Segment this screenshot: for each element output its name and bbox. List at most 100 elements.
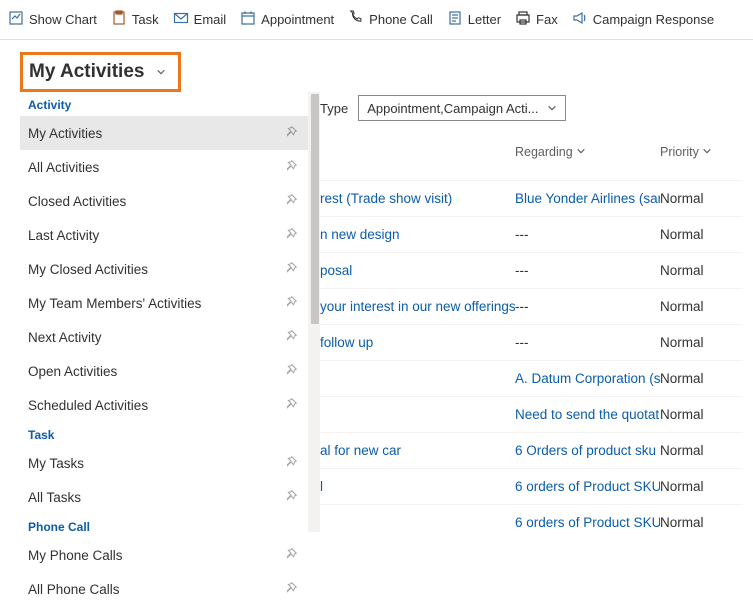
dropdown-scrollbar[interactable] — [308, 92, 320, 532]
view-option[interactable]: Open Activities — [20, 354, 308, 388]
view-selector[interactable]: My Activities — [20, 52, 181, 92]
fax-button[interactable]: Fax — [515, 10, 558, 29]
column-header-priority[interactable]: Priority — [660, 145, 712, 159]
view-option-label: Last Activity — [28, 228, 99, 243]
dropdown-scroll-thumb[interactable] — [311, 94, 319, 324]
view-option[interactable]: Scheduled Activities — [20, 388, 308, 422]
pin-icon[interactable] — [284, 397, 298, 414]
cell-regarding[interactable]: A. Datum Corporation (sa — [515, 371, 660, 386]
column-header-regarding[interactable]: Regarding — [515, 145, 586, 159]
view-option[interactable]: My Activities — [20, 116, 308, 150]
chevron-down-icon — [547, 101, 557, 116]
email-label: Email — [194, 12, 227, 27]
view-title: My Activities — [29, 61, 144, 83]
view-option[interactable]: My Phone Calls — [20, 538, 308, 572]
table-row[interactable]: follow up---Normal — [320, 324, 743, 360]
table-row[interactable]: n new design---Normal — [320, 216, 743, 252]
view-option[interactable]: My Closed Activities — [20, 252, 308, 286]
view-option-label: Next Activity — [28, 330, 102, 345]
pin-icon[interactable] — [284, 581, 298, 598]
pin-icon[interactable] — [284, 159, 298, 176]
pin-icon[interactable] — [284, 295, 298, 312]
cell-subject[interactable]: rest (Trade show visit) — [320, 191, 515, 206]
table-row[interactable]: your interest in our new offerings---Nor… — [320, 288, 743, 324]
table-row[interactable]: A. Datum Corporation (saNormal — [320, 360, 743, 396]
pin-icon[interactable] — [284, 329, 298, 346]
table-row[interactable]: Need to send the quotatiNormal — [320, 396, 743, 432]
view-option[interactable]: All Tasks — [20, 480, 308, 514]
view-option[interactable]: All Activities — [20, 150, 308, 184]
table-row[interactable]: 6 orders of Product SKU .Normal — [320, 504, 743, 540]
campaign-response-button[interactable]: Campaign Response — [572, 10, 714, 29]
toolbar: Show Chart Task Email Appointment Phone … — [0, 0, 753, 40]
view-option[interactable]: Closed Activities — [20, 184, 308, 218]
chart-icon — [8, 10, 24, 29]
cell-priority: Normal — [660, 191, 730, 206]
letter-label: Letter — [468, 12, 501, 27]
cell-regarding[interactable]: Need to send the quotati — [515, 407, 660, 422]
cell-regarding: --- — [515, 263, 660, 278]
cell-priority: Normal — [660, 371, 730, 386]
cell-regarding: --- — [515, 299, 660, 314]
view-option[interactable]: Last Activity — [20, 218, 308, 252]
pin-icon[interactable] — [284, 193, 298, 210]
letter-button[interactable]: Letter — [447, 10, 501, 29]
cell-priority: Normal — [660, 443, 730, 458]
cell-subject[interactable]: n new design — [320, 227, 515, 242]
task-icon — [111, 10, 127, 29]
cell-priority: Normal — [660, 335, 730, 350]
cell-priority: Normal — [660, 515, 730, 530]
email-button[interactable]: Email — [173, 10, 227, 29]
task-button[interactable]: Task — [111, 10, 159, 29]
phone-call-button[interactable]: Phone Call — [348, 10, 433, 29]
chevron-down-icon — [156, 65, 166, 80]
grid-header: Regarding Priority — [320, 140, 743, 164]
view-option-label: My Tasks — [28, 456, 84, 471]
view-option[interactable]: My Team Members' Activities — [20, 286, 308, 320]
activity-type-dropdown[interactable]: Appointment,Campaign Acti... — [358, 95, 566, 121]
view-option[interactable]: My Tasks — [20, 446, 308, 480]
pin-icon[interactable] — [284, 547, 298, 564]
cell-regarding[interactable]: 6 Orders of product sku J — [515, 443, 660, 458]
view-option[interactable]: Next Activity — [20, 320, 308, 354]
cell-regarding[interactable]: 6 orders of Product SKU . — [515, 479, 660, 494]
view-option-label: My Activities — [28, 126, 102, 141]
task-label: Task — [132, 12, 159, 27]
table-row[interactable]: posal---Normal — [320, 252, 743, 288]
fax-icon — [515, 10, 531, 29]
campaign-icon — [572, 10, 588, 29]
pin-icon[interactable] — [284, 125, 298, 142]
pin-icon[interactable] — [284, 363, 298, 380]
activity-type-filter: Type Appointment,Campaign Acti... — [320, 95, 566, 121]
view-option-label: My Phone Calls — [28, 548, 123, 563]
cell-subject[interactable]: l — [320, 479, 515, 494]
fax-label: Fax — [536, 12, 558, 27]
chevron-down-icon — [576, 145, 586, 159]
pin-icon[interactable] — [284, 455, 298, 472]
table-row[interactable]: al for new car6 Orders of product sku JN… — [320, 432, 743, 468]
pin-icon[interactable] — [284, 227, 298, 244]
view-option-label: Closed Activities — [28, 194, 126, 209]
cell-subject[interactable]: al for new car — [320, 443, 515, 458]
appointment-button[interactable]: Appointment — [240, 10, 334, 29]
email-icon — [173, 10, 189, 29]
show-chart-button[interactable]: Show Chart — [8, 10, 97, 29]
view-option-label: All Tasks — [28, 490, 81, 505]
filter-label: Type — [320, 101, 348, 116]
view-option-label: All Activities — [28, 160, 99, 175]
table-row[interactable]: rest (Trade show visit)Blue Yonder Airli… — [320, 180, 743, 216]
cell-regarding[interactable]: Blue Yonder Airlines (sam — [515, 191, 660, 206]
view-option[interactable]: All Phone Calls — [20, 572, 308, 606]
col-regarding-label: Regarding — [515, 145, 573, 159]
view-dropdown: ActivityMy ActivitiesAll ActivitiesClose… — [20, 92, 320, 532]
cell-regarding[interactable]: 6 orders of Product SKU . — [515, 515, 660, 530]
pin-icon[interactable] — [284, 489, 298, 506]
view-group-header: Task — [20, 422, 308, 446]
cell-subject[interactable]: follow up — [320, 335, 515, 350]
pin-icon[interactable] — [284, 261, 298, 278]
cell-regarding: --- — [515, 335, 660, 350]
table-row[interactable]: l6 orders of Product SKU .Normal — [320, 468, 743, 504]
cell-subject[interactable]: your interest in our new offerings — [320, 299, 515, 314]
cell-subject[interactable]: posal — [320, 263, 515, 278]
cell-regarding: --- — [515, 227, 660, 242]
